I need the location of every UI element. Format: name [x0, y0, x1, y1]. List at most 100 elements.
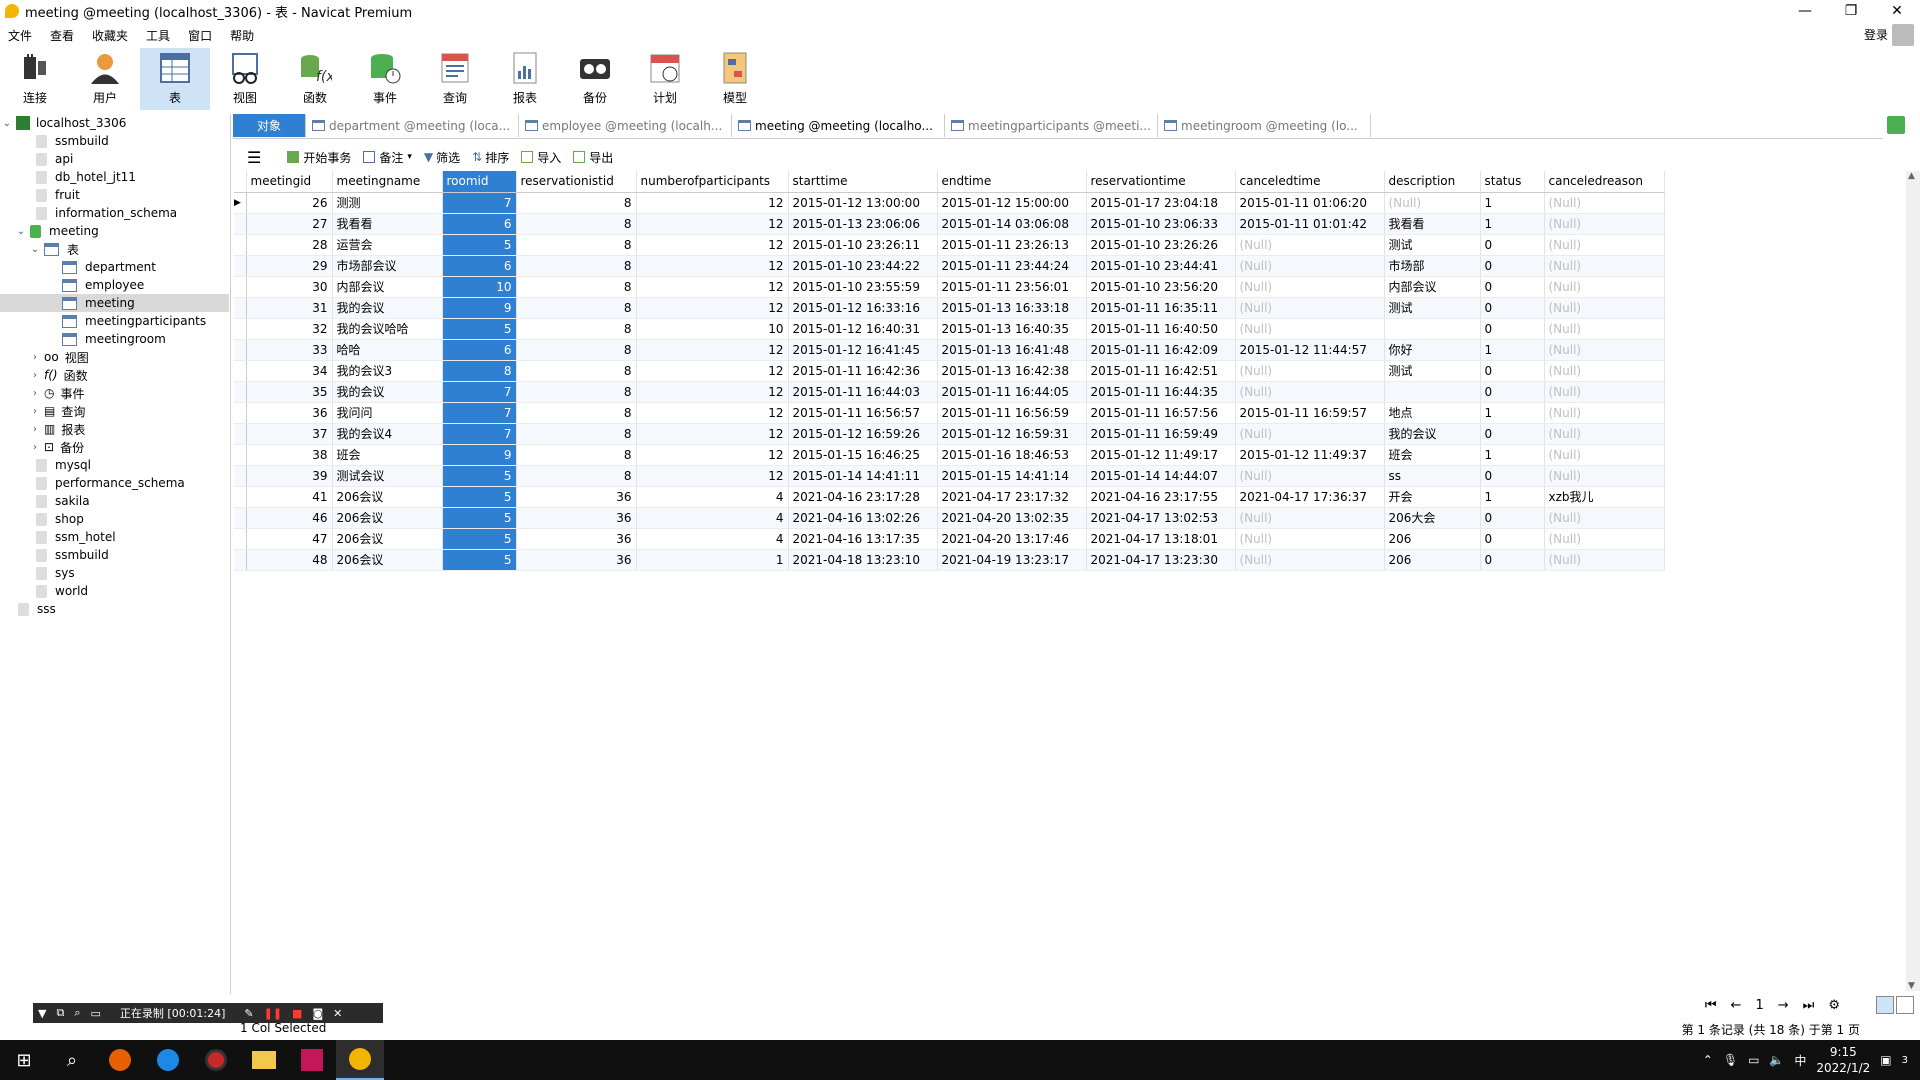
row-header[interactable]	[234, 339, 247, 361]
table-cell-status[interactable]: 1	[1480, 402, 1545, 424]
chevron-up-icon[interactable]: ⌃	[1703, 1053, 1713, 1067]
table-cell-endtime[interactable]: 2015-01-13 16:33:18	[937, 297, 1087, 319]
table-cell-starttime[interactable]: 2021-04-16 23:17:28	[788, 486, 938, 508]
table-cell-reservationtime[interactable]: 2021-04-17 13:02:53	[1086, 507, 1236, 529]
table-cell-endtime[interactable]: 2021-04-17 23:17:32	[937, 486, 1087, 508]
table-cell-description[interactable]: 内部会议	[1384, 276, 1481, 298]
tree-table-department[interactable]: department	[62, 258, 156, 276]
recorder-close-icon[interactable]: ✕	[333, 1007, 342, 1020]
recorder-window-icon[interactable]: ⧉	[56, 1006, 64, 1020]
row-header[interactable]	[234, 423, 247, 445]
table-cell-description[interactable]: 你好	[1384, 339, 1481, 361]
event-button[interactable]: 事件	[350, 48, 420, 110]
table-cell-status[interactable]: 0	[1480, 255, 1545, 277]
table-cell-endtime[interactable]: 2015-01-12 15:00:00	[937, 192, 1087, 214]
table-cell-description[interactable]: 地点	[1384, 402, 1481, 424]
table-cell-reservationtime[interactable]: 2015-01-11 16:40:50	[1086, 318, 1236, 340]
table-cell-roomid[interactable]: 5	[442, 528, 517, 550]
table-cell-meetingid[interactable]: 38	[246, 444, 333, 466]
column-header[interactable]: numberofparticipants	[636, 171, 789, 193]
tab-meetingparticipants[interactable]: meetingparticipants @meeti...	[945, 114, 1158, 137]
table-cell-endtime[interactable]: 2021-04-20 13:02:35	[937, 507, 1087, 529]
row-header[interactable]	[234, 234, 247, 256]
tree-db-performance-schema[interactable]: performance_schema	[36, 474, 185, 492]
table-cell-roomid[interactable]: 8	[442, 360, 517, 382]
table-cell-starttime[interactable]: 2015-01-10 23:26:11	[788, 234, 938, 256]
table-cell-canceledtime[interactable]: 2021-04-17 17:36:37	[1235, 486, 1385, 508]
table-cell-canceledtime[interactable]: (Null)	[1235, 297, 1385, 319]
table-cell-endtime[interactable]: 2015-01-13 16:42:38	[937, 360, 1087, 382]
table-cell-canceledreason[interactable]: (Null)	[1544, 507, 1665, 529]
table-cell-status[interactable]: 0	[1480, 507, 1545, 529]
table-cell-canceledreason[interactable]: (Null)	[1544, 465, 1665, 487]
ime-indicator[interactable]: 中	[1794, 1052, 1806, 1069]
table-cell-canceledtime[interactable]: (Null)	[1235, 528, 1385, 550]
table-cell-reservationtime[interactable]: 2015-01-11 16:57:56	[1086, 402, 1236, 424]
table-cell-reservationistid[interactable]: 8	[516, 213, 637, 235]
table-cell-endtime[interactable]: 2015-01-15 14:41:14	[937, 465, 1087, 487]
table-cell-numberofparticipants[interactable]: 12	[636, 423, 789, 445]
table-cell-status[interactable]: 0	[1480, 297, 1545, 319]
table-cell-meetingname[interactable]: 哈哈	[332, 339, 443, 361]
row-header[interactable]	[234, 465, 247, 487]
table-cell-endtime[interactable]: 2015-01-16 18:46:53	[937, 444, 1087, 466]
table-cell-meetingid[interactable]: 48	[246, 549, 333, 571]
table-cell-status[interactable]: 0	[1480, 381, 1545, 403]
table-cell-description[interactable]: 206大会	[1384, 507, 1481, 529]
table-cell-numberofparticipants[interactable]: 4	[636, 507, 789, 529]
tree-folder-backups[interactable]: › ⊡ 备份	[30, 438, 84, 456]
table-cell-reservationistid[interactable]: 8	[516, 297, 637, 319]
table-cell-meetingname[interactable]: 测测	[332, 192, 443, 214]
row-header[interactable]	[234, 276, 247, 298]
table-cell-description[interactable]: 开会	[1384, 486, 1481, 508]
table-cell-canceledreason[interactable]: (Null)	[1544, 297, 1665, 319]
tree-folder-reports[interactable]: › ▥ 报表	[30, 420, 85, 438]
table-row[interactable]: 35 我的会议 7 8 12 2015-01-11 16:44:03 2015-01-11 …	[234, 381, 1665, 403]
grid-view-icon[interactable]	[1876, 996, 1894, 1014]
table-cell-meetingid[interactable]: 27	[246, 213, 333, 235]
table-cell-meetingname[interactable]: 我的会议哈哈	[332, 318, 443, 340]
table-cell-roomid[interactable]: 5	[442, 234, 517, 256]
table-row[interactable]: 31 我的会议 9 8 12 2015-01-12 16:33:16 2015-01-13 …	[234, 297, 1665, 319]
query-button[interactable]: 查询	[420, 48, 490, 110]
table-row[interactable]: 36 我问问 7 8 12 2015-01-11 16:56:57 2015-01-11 1…	[234, 402, 1665, 424]
table-cell-reservationtime[interactable]: 2015-01-12 11:49:17	[1086, 444, 1236, 466]
table-cell-reservationistid[interactable]: 8	[516, 360, 637, 382]
tab-meetingroom[interactable]: meetingroom @meeting (lo...	[1158, 114, 1371, 137]
table-cell-numberofparticipants[interactable]: 4	[636, 528, 789, 550]
table-cell-canceledtime[interactable]: (Null)	[1235, 465, 1385, 487]
column-header[interactable]: endtime	[937, 171, 1087, 193]
collapse-icon[interactable]: ⌄	[30, 244, 40, 255]
expand-icon[interactable]: ›	[30, 424, 40, 435]
model-button[interactable]: 模型	[700, 48, 770, 110]
table-cell-numberofparticipants[interactable]: 12	[636, 381, 789, 403]
table-cell-meetingid[interactable]: 47	[246, 528, 333, 550]
view-button[interactable]: 视图	[210, 48, 280, 110]
table-cell-meetingid[interactable]: 28	[246, 234, 333, 256]
table-cell-canceledreason[interactable]: (Null)	[1544, 234, 1665, 256]
tree-db-world[interactable]: world	[36, 582, 88, 600]
table-cell-endtime[interactable]: 2015-01-11 23:44:24	[937, 255, 1087, 277]
filter-button[interactable]: ▼ 筛选	[424, 149, 460, 166]
table-cell-starttime[interactable]: 2015-01-11 16:42:36	[788, 360, 938, 382]
table-row[interactable]: 37 我的会议4 7 8 12 2015-01-12 16:59:26 2015-01-12…	[234, 423, 1665, 445]
recorder-menu-icon[interactable]: ▼	[38, 1007, 46, 1020]
table-cell-canceledtime[interactable]: 2015-01-12 11:44:57	[1235, 339, 1385, 361]
clock[interactable]: 9:15 2022/1/2	[1816, 1044, 1870, 1076]
table-cell-roomid[interactable]: 5	[442, 486, 517, 508]
table-cell-roomid[interactable]: 5	[442, 507, 517, 529]
table-cell-description[interactable]: 测试	[1384, 360, 1481, 382]
table-cell-reservationistid[interactable]: 8	[516, 192, 637, 214]
table-cell-endtime[interactable]: 2015-01-11 23:26:13	[937, 234, 1087, 256]
table-cell-reservationtime[interactable]: 2015-01-11 16:44:35	[1086, 381, 1236, 403]
gear-icon[interactable]: ⚙	[1828, 998, 1840, 1013]
table-cell-canceledtime[interactable]: (Null)	[1235, 318, 1385, 340]
collapse-icon[interactable]: ⌄	[16, 226, 26, 237]
table-cell-canceledtime[interactable]: 2015-01-11 16:59:57	[1235, 402, 1385, 424]
table-cell-meetingname[interactable]: 班会	[332, 444, 443, 466]
begin-transaction-button[interactable]: 开始事务	[287, 149, 351, 166]
table-cell-reservationistid[interactable]: 8	[516, 444, 637, 466]
tree-db-ssmbuild-2[interactable]: ssmbuild	[36, 546, 109, 564]
table-cell-meetingid[interactable]: 30	[246, 276, 333, 298]
table-row[interactable]: 47 206会议 5 36 4 2021-04-16 13:17:35 2021-04-20…	[234, 528, 1665, 550]
